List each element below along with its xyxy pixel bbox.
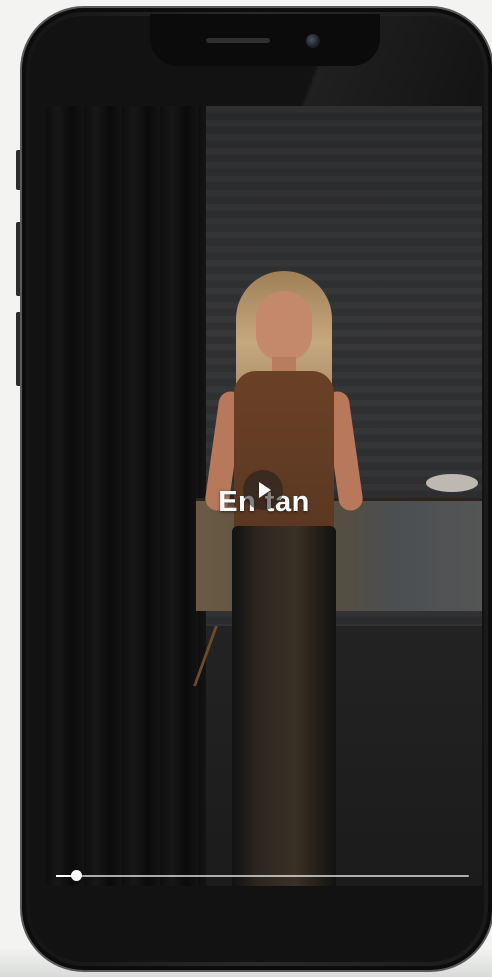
presenter-trousers [232, 526, 336, 886]
presenter-figure [186, 271, 386, 886]
earpiece-speaker-icon [206, 38, 270, 43]
progress-bar[interactable] [56, 870, 469, 881]
presenter-face [256, 291, 312, 361]
play-icon [259, 482, 271, 498]
front-camera-icon [306, 34, 320, 48]
video-player[interactable]: En tan [46, 106, 482, 886]
play-button[interactable] [243, 470, 283, 510]
